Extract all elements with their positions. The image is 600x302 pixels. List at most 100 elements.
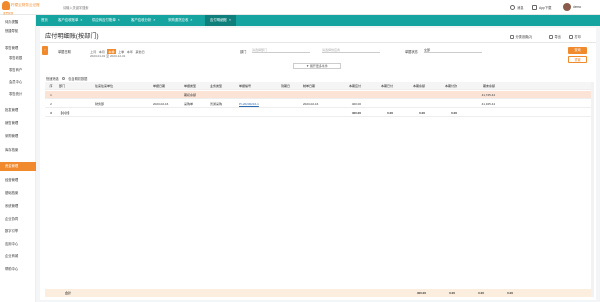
column-header: 本期余额	[412, 84, 425, 88]
supplier-select[interactable]: 请选择供应商	[322, 47, 380, 53]
sidebar-item[interactable]: 企业商城	[0, 252, 36, 261]
sidebar-item[interactable]: 待办提醒	[0, 18, 36, 27]
table-cell: 普通采购	[210, 102, 223, 106]
tab[interactable]: 供应商应付账单 ×	[87, 15, 125, 26]
reset-button[interactable]: 重置	[568, 56, 587, 63]
period-label: 单据日期	[58, 50, 71, 54]
quick-filter: 快速筛选 包含期初数据	[46, 76, 87, 81]
tab[interactable]: 客户应收分析 ×	[126, 15, 160, 26]
sidebar-item[interactable]: 帮助中心	[0, 265, 36, 274]
period-option[interactable]: 本年	[127, 49, 133, 54]
column-header: 业务类型	[210, 84, 223, 88]
sidebar-item[interactable]: 库存档案	[0, 146, 36, 155]
sidebar-item[interactable]: 零售收银	[0, 54, 36, 63]
column-header: 序	[49, 84, 53, 88]
close-icon[interactable]: ×	[153, 18, 155, 22]
logo[interactable]: 柠檬云财务云记账 发票管理	[2, 1, 40, 15]
logo-icon	[2, 1, 10, 10]
table-cell	[239, 91, 275, 99]
sidebar-item[interactable]: 资金管理	[0, 162, 36, 171]
status-label: 单据状态	[405, 50, 418, 54]
sidebar-item[interactable]: 基础档案	[0, 189, 36, 198]
table-cell: 期初余额	[184, 93, 197, 97]
table-row[interactable]: 2 财务部 2023-02-16 采购单 普通采购 PI-20230216-1 2023-0…	[45, 100, 591, 108]
app-download-button[interactable]: App下载	[532, 5, 551, 10]
table-cell	[210, 109, 232, 117]
top-header: 柠檬云财务云记账 发票管理 消息 App下载 demo	[0, 0, 600, 15]
phone-icon	[532, 5, 537, 10]
sidebar-item-label: 库存档案	[5, 148, 19, 152]
status-select[interactable]: 全部	[424, 47, 482, 53]
column-header: 往来往来单位	[95, 84, 114, 88]
sidebar-item[interactable]: 销售管理	[0, 119, 36, 128]
table-cell: 400.00	[351, 111, 361, 115]
sidebar-item-label: 应用中心	[5, 242, 19, 246]
table-cell	[59, 91, 81, 99]
tab[interactable]: 应付明细账 ×	[205, 15, 236, 26]
table-cell	[153, 109, 179, 117]
tab[interactable]: 客户应收账单 ×	[53, 15, 87, 26]
divider	[40, 42, 596, 43]
expand-filters-button[interactable]: ▼ 展开更多条件	[293, 63, 341, 69]
table-cell: 1	[50, 93, 52, 97]
close-icon[interactable]: ×	[190, 18, 192, 22]
table-cell	[303, 109, 329, 117]
column-header: 制单日期	[303, 84, 316, 88]
table-cell	[281, 100, 299, 108]
avatar[interactable]	[563, 3, 571, 11]
export-button[interactable]: 导出	[549, 34, 561, 39]
category-settings-button[interactable]: 分类设置(2)	[510, 34, 532, 39]
close-icon[interactable]: ×	[118, 18, 120, 22]
table-row[interactable]: 3 【小计】 400.00 0.00 0.00 0.00	[45, 109, 591, 117]
dept-label: 部门	[240, 50, 247, 54]
column-header: 本期已付	[380, 84, 393, 88]
include-opening-radio[interactable]	[61, 76, 66, 81]
table-cell	[184, 109, 206, 117]
table-cell: 2023-02-16	[153, 102, 169, 106]
print-button[interactable]: 打印	[569, 34, 581, 39]
sidebar-item[interactable]: 会员中心	[0, 78, 36, 87]
table-cell	[463, 109, 495, 117]
sidebar-item[interactable]: 零售管理	[0, 44, 36, 53]
user-menu[interactable]: demo	[573, 5, 581, 9]
table-cell[interactable]: PI-20230216-1	[239, 100, 275, 108]
logo-text: 柠檬云财务云记账	[11, 3, 40, 7]
dept-select[interactable]: 请选择部门	[252, 47, 310, 53]
sidebar-item[interactable]: 快捷导航	[0, 27, 36, 36]
table-cell	[431, 100, 457, 108]
table-cell	[210, 91, 232, 99]
tab-label: 首页	[41, 18, 48, 22]
sidebar-item[interactable]: 零售商户	[0, 66, 36, 75]
table-cell: 41,325.44	[481, 102, 495, 106]
sidebar-item-label: 零售管理	[5, 46, 19, 50]
sidebar-item[interactable]: 应用中心	[0, 240, 36, 249]
sidebar-item[interactable]: 经营管理	[0, 176, 36, 185]
close-icon[interactable]: ×	[80, 18, 82, 22]
sidebar-item[interactable]: 系统管理	[0, 202, 36, 211]
sidebar-item[interactable]: 采购管理	[0, 132, 36, 141]
date-range[interactable]: 2023-01-01 至 2023-12-31	[90, 54, 125, 58]
collapse-filter-button[interactable]: ›	[42, 46, 48, 55]
tab[interactable]: 首页	[36, 15, 53, 26]
sidebar-item[interactable]: 企业协同	[0, 215, 36, 224]
sidebar-item[interactable]: 零售统计	[0, 90, 36, 99]
footer-balance: 0.00	[478, 291, 484, 295]
table-row[interactable]: 1 期初余额 41,725.44	[45, 91, 591, 99]
table-cell	[303, 91, 329, 99]
messages-button[interactable]: 消息	[510, 5, 524, 10]
tab[interactable]: 采购退货应收 ×	[163, 15, 197, 26]
sidebar-item-label: 待办提醒	[5, 20, 19, 24]
close-icon[interactable]: ×	[229, 18, 231, 22]
period-option[interactable]: 其他日	[135, 49, 144, 54]
sidebar-item[interactable]: 数字引擎	[0, 227, 36, 236]
query-button[interactable]: 查询	[568, 47, 587, 54]
messages-label: 消息	[517, 6, 524, 10]
table-cell: 3	[50, 111, 52, 115]
sidebar-item[interactable]: 批发管理	[0, 106, 36, 115]
global-search-input[interactable]	[63, 5, 123, 11]
sidebar-item-label: 经营管理	[5, 178, 19, 182]
table-scrollbar[interactable]	[591, 82, 594, 297]
column-header: 到期日	[281, 84, 291, 88]
table-cell	[335, 91, 361, 99]
table-cell	[399, 100, 425, 108]
